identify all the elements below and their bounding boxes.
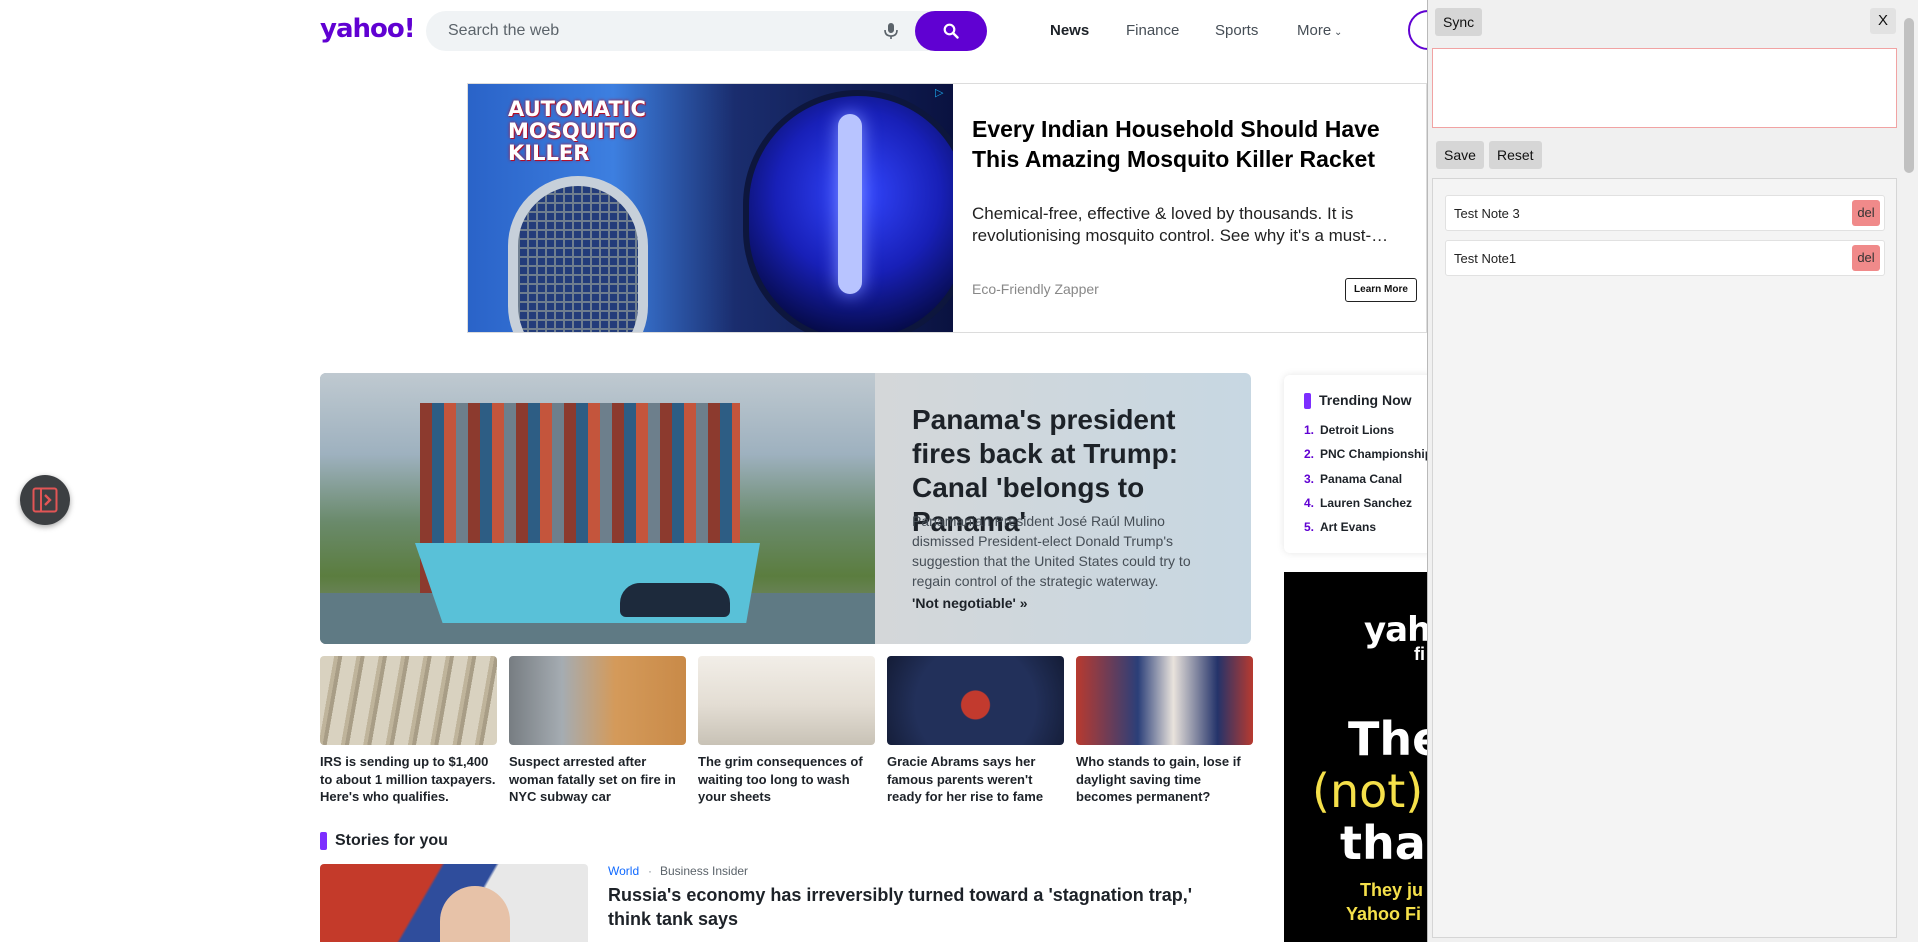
trending-item[interactable]: 1. Detroit Lions [1304, 423, 1394, 437]
news-card[interactable]: Who stands to gain, lose if daylight sav… [1076, 656, 1253, 806]
search-bar [426, 11, 987, 51]
card-image [320, 656, 497, 745]
ad-banner[interactable]: AUTOMATIC MOSQUITO KILLER ▷ Every Indian… [467, 83, 1427, 333]
save-button[interactable]: Save [1436, 141, 1484, 169]
nav-sports[interactable]: Sports [1215, 22, 1258, 39]
ad-headline-3: thar [1340, 816, 1434, 870]
note-input[interactable] [1432, 48, 1897, 128]
trending-item-label: Art Evans [1320, 520, 1377, 534]
card-title[interactable]: IRS is sending up to $1,400 to about 1 m… [320, 753, 497, 806]
trending-item-label: Detroit Lions [1320, 423, 1395, 437]
trending-title: Trending Now [1319, 392, 1412, 408]
search-button[interactable] [915, 11, 987, 51]
search-input[interactable] [448, 11, 868, 51]
adchoices-icon[interactable]: ▷ [935, 86, 943, 99]
ad-source: Eco-Friendly Zapper [972, 281, 1099, 297]
card-title[interactable]: Suspect arrested after woman fatally set… [509, 753, 686, 806]
glow-bar-graphic [838, 114, 862, 294]
stories-heading: Stories for you [335, 832, 448, 849]
ad-headline-1: The [1348, 712, 1434, 766]
microphone-icon[interactable] [881, 21, 901, 41]
hero-image [320, 373, 875, 644]
nav-news[interactable]: News [1050, 22, 1089, 39]
sidebar-ad[interactable]: yah fi The (not) l thar They ju Yahoo Fi [1284, 572, 1434, 942]
card-title[interactable]: Who stands to gain, lose if daylight sav… [1076, 753, 1253, 806]
ad-subline-2: Yahoo Fi [1346, 904, 1422, 924]
news-card[interactable]: Gracie Abrams says her famous parents we… [887, 656, 1064, 806]
trending-item[interactable]: 2. PNC Championship [1304, 447, 1432, 461]
note-item[interactable]: Test Note1 del [1445, 240, 1885, 276]
learn-more-button[interactable]: Learn More [1345, 278, 1417, 302]
racket-graphic [508, 176, 648, 332]
delete-button[interactable]: del [1852, 245, 1880, 271]
trending-item-label: PNC Championship [1320, 447, 1433, 461]
scrollbar[interactable] [1900, 0, 1918, 942]
delete-button[interactable]: del [1852, 200, 1880, 226]
card-image [887, 656, 1064, 745]
note-item[interactable]: Test Note 3 del [1445, 195, 1885, 231]
trending-item[interactable]: 4. Lauren Sanchez [1304, 496, 1412, 510]
card-title[interactable]: The grim consequences of waiting too lon… [698, 753, 875, 806]
scrollbar-thumb[interactable] [1904, 18, 1914, 173]
trending-item[interactable]: 5. Art Evans [1304, 520, 1376, 534]
trending-item-label: Lauren Sanchez [1320, 496, 1413, 510]
story-category[interactable]: World [608, 864, 639, 878]
ad-image: AUTOMATIC MOSQUITO KILLER [468, 84, 953, 332]
close-button[interactable]: X [1870, 8, 1896, 34]
separator-dot: · [648, 864, 652, 878]
nav-more-label: More [1297, 22, 1332, 39]
card-title[interactable]: Gracie Abrams says her famous parents we… [887, 753, 1064, 806]
sync-button[interactable]: Sync [1435, 8, 1483, 36]
section-accent-bar [320, 832, 327, 850]
ad-logo-sub: fi [1414, 644, 1425, 664]
note-text: Test Note1 [1454, 251, 1517, 266]
chevron-down-icon: ⌄ [1331, 27, 1343, 38]
hero-summary: Panamanian President José Raúl Mulino di… [912, 513, 1191, 589]
nav-finance[interactable]: Finance [1126, 22, 1179, 39]
ad-headline-2: (not) l [1312, 764, 1434, 818]
yahoo-logo[interactable]: yahoo! [320, 14, 416, 44]
note-text: Test Note 3 [1454, 206, 1520, 221]
nav-more[interactable]: More ⌄ [1297, 22, 1342, 39]
reset-button[interactable]: Reset [1489, 141, 1542, 169]
trending-now-panel: Trending Now 1. Detroit Lions 2. PNC Champ… [1284, 375, 1434, 553]
news-card[interactable]: The grim consequences of waiting too lon… [698, 656, 875, 806]
ad-description: Chemical-free, effective & loved by thou… [972, 203, 1412, 247]
sidebar-toggle-button[interactable] [20, 475, 70, 525]
news-card[interactable]: IRS is sending up to $1,400 to about 1 m… [320, 656, 497, 806]
news-card[interactable]: Suspect arrested after woman fatally set… [509, 656, 686, 806]
ad-title[interactable]: Every Indian Household Should Have This … [972, 114, 1412, 174]
ad-desc-line1: Chemical-free, effective & loved by thou… [972, 204, 1354, 223]
tugboat-graphic [620, 583, 730, 617]
card-image [698, 656, 875, 745]
section-accent-bar [1304, 393, 1311, 409]
search-icon [943, 23, 959, 39]
trending-item[interactable]: 3. Panama Canal [1304, 472, 1402, 486]
card-image [1076, 656, 1253, 745]
story-image[interactable] [320, 864, 588, 942]
portrait-graphic [440, 886, 510, 942]
card-image [509, 656, 686, 745]
ad-subline-1: They ju [1360, 880, 1424, 900]
ad-desc-line2: revolutionising mosquito control. See wh… [972, 226, 1389, 245]
hero-related-link[interactable]: 'Not negotiable' » [912, 595, 1028, 611]
story-title[interactable]: Russia's economy has irreversibly turned… [608, 883, 1208, 931]
trending-item-label: Panama Canal [1320, 472, 1403, 486]
hero-story[interactable]: Panama's president fires back at Trump: … [320, 373, 1251, 644]
panel-expand-icon [32, 487, 58, 513]
notes-list [1432, 178, 1897, 938]
ad-image-text: AUTOMATIC MOSQUITO KILLER [508, 97, 646, 165]
story-source: Business Insider [660, 864, 749, 878]
